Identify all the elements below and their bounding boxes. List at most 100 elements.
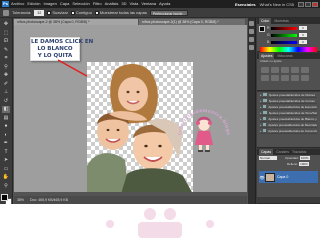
clone-stamp-tool-icon[interactable]: ⊥ xyxy=(2,89,10,96)
menu-item-capa[interactable]: Capa xyxy=(60,0,70,8)
menu-item-3d[interactable]: 3D xyxy=(121,0,126,8)
tab-layers[interactable]: Capas xyxy=(259,149,274,155)
preset-item[interactable]: ▸ Ajustes preestablecidos de Tono/Sat xyxy=(260,111,317,116)
whats-new-button[interactable]: What's New in CS5 xyxy=(260,2,294,7)
gradient-tool-icon[interactable]: ▤ xyxy=(2,115,10,122)
close-icon[interactable] xyxy=(312,1,318,7)
canvas-area[interactable]: LE DAMOS CLICK EN LO BLANCO Y LO QUITA t… xyxy=(14,25,247,192)
fill-label: Relleno: xyxy=(287,162,299,166)
menu-item-vista[interactable]: Vista xyxy=(130,0,139,8)
fill-input[interactable]: 100% xyxy=(299,162,310,166)
blue-slider-row: B 0 xyxy=(257,39,320,45)
menu-item-edicion[interactable]: Edición xyxy=(27,0,40,8)
move-tool-icon[interactable]: ✥ xyxy=(2,21,10,28)
black-white-icon[interactable] xyxy=(281,75,289,81)
refine-edge-button[interactable]: Perfeccionar borde... xyxy=(149,9,189,16)
antialias-checkbox[interactable] xyxy=(47,10,52,15)
menu-item-ayuda[interactable]: Ayuda xyxy=(159,0,170,8)
brush-tool-icon[interactable]: ✐ xyxy=(2,81,10,88)
tolerance-input[interactable]: 32 xyxy=(34,9,45,16)
status-bar: 38% Doc: 465,9 KB/465,9 KB xyxy=(14,196,247,204)
marquee-tool-icon[interactable]: ⬚ xyxy=(2,30,10,37)
history-brush-tool-icon[interactable]: ↺ xyxy=(2,98,10,105)
blue-value[interactable]: 0 xyxy=(299,40,307,44)
opacity-label: Opacidad: xyxy=(285,156,299,160)
brushes-icon[interactable] xyxy=(249,37,254,42)
layer-fill-row: Relleno: 100% xyxy=(257,161,320,167)
preset-item[interactable]: ▸ Ajustes preestablecidos de Curvas xyxy=(260,99,317,104)
dodge-tool-icon[interactable]: ◐ xyxy=(2,132,10,139)
all-layers-label: Muestrear todas las capas xyxy=(99,10,147,15)
preset-item[interactable]: ▸ Ajustes preestablecidos de Blanco y... xyxy=(260,117,317,122)
photo-filter-icon[interactable] xyxy=(291,75,299,81)
contiguous-checkbox[interactable] xyxy=(70,10,75,15)
blur-tool-icon[interactable]: ● xyxy=(2,123,10,130)
healing-brush-tool-icon[interactable]: ✚ xyxy=(2,72,10,79)
hand-tool-icon[interactable]: ✋ xyxy=(2,174,10,181)
menu-item-seleccion[interactable]: Selección xyxy=(72,0,89,8)
watermark-stamp: tutorialesdemonica.blogspot.com xyxy=(173,91,233,167)
crop-tool-icon[interactable]: ⌗ xyxy=(2,55,10,62)
color-swatches[interactable] xyxy=(0,193,12,204)
layer-name[interactable]: Capa 0 xyxy=(277,175,288,179)
adjustments-panel: Ajustes Máscaras Añadir un ajuste xyxy=(257,53,320,91)
tab-paths[interactable]: Trazados xyxy=(292,149,306,155)
eraser-tool-icon[interactable]: ◧ xyxy=(2,106,10,113)
path-select-tool-icon[interactable]: ➤ xyxy=(2,157,10,164)
quick-select-tool-icon[interactable]: ✎ xyxy=(2,47,10,54)
lasso-tool-icon[interactable]: ᘏ xyxy=(2,38,10,45)
curves-icon[interactable] xyxy=(281,67,289,73)
maximize-icon[interactable] xyxy=(305,1,311,7)
foreground-color-swatch[interactable] xyxy=(0,193,8,201)
blue-slider[interactable] xyxy=(271,40,297,44)
menu-item-archivo[interactable]: Archivo xyxy=(11,0,24,8)
menu-item-filtro[interactable]: Filtro xyxy=(93,0,102,8)
opacity-input[interactable]: 100% xyxy=(299,156,310,160)
magic-eraser-tool-icon[interactable] xyxy=(3,9,9,16)
green-value[interactable]: 0 xyxy=(299,33,307,37)
layer-thumbnail xyxy=(265,172,275,182)
red-value[interactable]: 0 xyxy=(299,26,307,30)
hue-saturation-icon[interactable] xyxy=(261,75,269,81)
color-panel-foreground-swatch[interactable] xyxy=(259,26,265,32)
exposure-icon[interactable] xyxy=(291,67,299,73)
brightness-icon[interactable] xyxy=(261,67,269,73)
color-ramp[interactable] xyxy=(260,47,317,52)
pen-tool-icon[interactable]: ✒ xyxy=(2,140,10,147)
zoom-tool-icon[interactable]: ⚲ xyxy=(2,183,10,190)
vibrance-icon[interactable] xyxy=(301,67,309,73)
menu-item-ventana[interactable]: Ventana xyxy=(141,0,156,8)
color-balance-icon[interactable] xyxy=(271,75,279,81)
type-tool-icon[interactable]: T xyxy=(2,149,10,156)
layer-row-selected[interactable]: 👁 Capa 0 xyxy=(259,171,318,183)
red-slider[interactable] xyxy=(271,26,297,30)
menu-item-analisis[interactable]: Análisis xyxy=(105,0,119,8)
contiguous-label: Contiguo xyxy=(75,10,92,15)
tab-swatches[interactable]: Muestras xyxy=(274,18,288,24)
menu-item-imagen[interactable]: Imagen xyxy=(43,0,56,8)
tab-color[interactable]: Color xyxy=(259,18,272,24)
preset-item[interactable]: ▸ Ajustes preestablecidos de Niveles xyxy=(260,93,317,98)
actions-icon[interactable] xyxy=(249,29,254,34)
doc-info: Doc: 465,9 KB/465,9 KB xyxy=(30,198,68,202)
all-layers-checkbox[interactable] xyxy=(94,10,99,15)
character-icon[interactable] xyxy=(249,45,254,50)
preset-item[interactable]: ▸ Ajustes preestablecidos de Mezclador... xyxy=(260,123,317,128)
preset-item[interactable]: ▸ Ajustes preestablecidos de Exposición xyxy=(260,105,317,110)
zoom-level[interactable]: 38% xyxy=(17,198,24,202)
color-panel: Color Muestras R 0 G 0 B 0 xyxy=(257,18,320,52)
eyedropper-tool-icon[interactable]: ⚲ xyxy=(2,64,10,71)
blend-mode-select[interactable]: Normal xyxy=(259,156,277,160)
adjustments-title: Añadir un ajuste xyxy=(260,59,282,63)
channel-mixer-icon[interactable] xyxy=(301,75,309,81)
preset-item[interactable]: ▸ Ajustes preestablecidos de Corrección..… xyxy=(260,129,317,134)
shape-tool-icon[interactable]: ▭ xyxy=(2,166,10,173)
history-icon[interactable] xyxy=(249,21,254,26)
workspace-switcher: Esenciales What's New in CS5 xyxy=(235,0,318,8)
red-slider-row: R 0 xyxy=(257,25,320,31)
tab-channels[interactable]: Canales xyxy=(276,149,289,155)
green-slider[interactable] xyxy=(271,33,297,37)
workspace-essentials-button[interactable]: Esenciales xyxy=(235,2,256,7)
minimize-icon[interactable] xyxy=(298,1,304,7)
levels-icon[interactable] xyxy=(271,67,279,73)
